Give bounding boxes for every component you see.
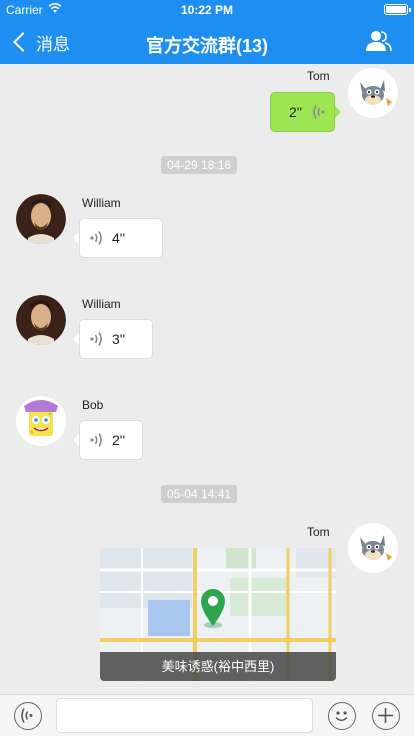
cat-avatar-icon (348, 68, 398, 118)
sender-name: William (82, 196, 121, 210)
voice-duration: 3'' (112, 331, 126, 347)
voice-wave-icon (90, 332, 102, 346)
voice-wave-icon (90, 433, 102, 447)
portrait-avatar-icon (16, 194, 66, 244)
smiley-icon (335, 711, 348, 721)
sender-name: William (82, 297, 121, 311)
timestamp-divider: 05-04 14:41 (161, 485, 238, 503)
voice-message-bubble[interactable]: 2'' (270, 92, 341, 132)
voice-wave-icon (21, 708, 33, 723)
voice-duration: 4'' (112, 230, 126, 246)
avatar-tom[interactable] (348, 68, 398, 118)
avatar-tom[interactable] (348, 523, 398, 573)
voice-message-bubble[interactable]: 2'' (73, 420, 143, 460)
sender-name: Tom (307, 69, 330, 83)
location-message-card[interactable]: 美味诱惑(裕中西里) (100, 548, 336, 681)
more-actions-button[interactable] (372, 702, 400, 730)
sponge-avatar-icon (16, 396, 66, 446)
status-bar: Carrier 10:22 PM (0, 0, 414, 20)
voice-message-bubble[interactable]: 4'' (73, 218, 163, 258)
group-members-icon[interactable] (366, 30, 392, 52)
location-name: 美味诱惑(裕中西里) (100, 652, 336, 681)
page-title: 官方交流群(13) (145, 36, 268, 56)
voice-duration: 2'' (112, 432, 126, 448)
sender-name: Tom (307, 525, 330, 539)
status-time: 10:22 PM (180, 3, 234, 17)
avatar-bob[interactable] (16, 396, 66, 446)
sender-name: Bob (82, 398, 104, 412)
navigation-bar: Carrier 10:22 PM 消息 官方交流群(13) (0, 0, 414, 64)
plus-icon (378, 708, 393, 723)
voice-input-button[interactable] (14, 702, 42, 730)
battery-icon (384, 4, 411, 15)
timestamp-divider: 04-29 18:16 (161, 156, 238, 174)
voice-wave-icon (90, 231, 102, 245)
voice-wave-icon (313, 105, 325, 119)
chat-message-list[interactable]: Tom 2'' 04-29 18:16 William 4'' William … (0, 64, 414, 694)
portrait-avatar-icon (16, 295, 66, 345)
voice-message-bubble[interactable]: 3'' (73, 319, 153, 359)
avatar-william[interactable] (16, 295, 66, 345)
avatar-william[interactable] (16, 194, 66, 244)
emoji-button[interactable] (328, 702, 356, 730)
message-text-input[interactable] (56, 698, 313, 733)
message-input-bar (0, 694, 414, 736)
cat-avatar-icon (348, 523, 398, 573)
voice-duration: 2'' (289, 104, 303, 120)
